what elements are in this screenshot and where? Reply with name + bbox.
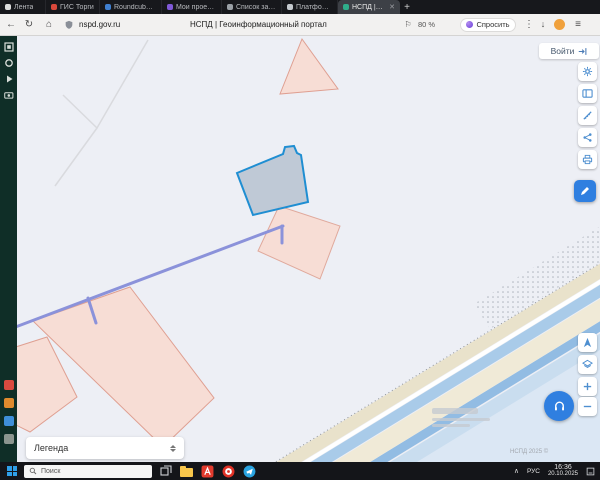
selected-parcel[interactable] [235, 144, 310, 217]
taskbar: Поиск ∧ РУС 16:36 20.10.2025 [0, 462, 600, 480]
tab-roundcube[interactable]: Roundcube W... [100, 0, 162, 14]
back-icon[interactable]: ← [4, 14, 18, 35]
camera-icon[interactable] [3, 90, 14, 100]
alice-icon [466, 21, 474, 28]
screen: Лента ГИС Торги Roundcube W... Мои проек… [0, 0, 600, 480]
print-button[interactable] [578, 150, 597, 169]
profile-avatar[interactable] [554, 19, 565, 30]
settings-button[interactable] [578, 62, 597, 81]
zoom-in-button[interactable] [578, 377, 597, 396]
pencil-icon [581, 187, 589, 195]
record-icon[interactable] [4, 58, 14, 68]
tab-platform[interactable]: Платформа... [282, 0, 338, 14]
blue-app-icon[interactable] [3, 416, 14, 426]
road-line [62, 39, 149, 130]
tab-nspd-active[interactable]: НСПД | Ге... ✕ [338, 0, 400, 14]
tab-close-icon[interactable]: ✕ [389, 3, 395, 11]
legend-toggle[interactable]: Легенда [26, 437, 184, 459]
tab-label: Список заяв... [236, 3, 276, 11]
locate-button[interactable] [578, 333, 597, 352]
side-dock [0, 36, 17, 462]
browser-tab-bar: Лента ГИС Торги Roundcube W... Мои проек… [0, 0, 600, 14]
attribution-blurred-text [432, 408, 478, 414]
tray-chevron-icon[interactable]: ∧ [514, 467, 519, 475]
layers-button[interactable] [578, 355, 597, 374]
orange-app-icon[interactable] [3, 398, 14, 408]
tab-gis-torgi[interactable]: ГИС Торги [46, 0, 100, 14]
search-placeholder: Поиск [41, 467, 61, 475]
time: 16:36 [554, 463, 572, 471]
language-indicator[interactable]: РУС [527, 468, 540, 475]
measure-button[interactable] [578, 106, 597, 125]
map-canvas [17, 37, 600, 462]
map-copyright: НСПД 2025 © [510, 449, 549, 455]
yandex-browser-icon[interactable] [221, 464, 236, 479]
play-icon[interactable] [4, 74, 14, 84]
tab-label: НСПД | Ге... [352, 3, 385, 11]
windows-logo-icon [7, 466, 17, 476]
taskbar-search-input[interactable]: Поиск [24, 464, 152, 478]
share-button[interactable] [578, 128, 597, 147]
browser-menu-icon[interactable]: ⋮ [524, 14, 534, 35]
telegram-icon[interactable] [242, 464, 257, 479]
browser-toolbar: ← ↻ ⌂ nspd.gov.ru НСПД | Геоинформационн… [0, 14, 600, 36]
address-url[interactable]: nspd.gov.ru [79, 14, 120, 35]
downloads-icon[interactable]: ↓ [538, 14, 548, 35]
tab-favicon [227, 4, 233, 10]
support-chat-button[interactable] [544, 391, 574, 421]
attribution-blurred-text [432, 424, 470, 427]
tab-favicon [287, 4, 293, 10]
notification-icon[interactable] [586, 467, 595, 476]
reload-icon[interactable]: ↻ [22, 14, 36, 35]
collapse-chevron-icon [170, 444, 176, 452]
ask-alice-button[interactable]: Спросить [460, 17, 516, 32]
tab-favicon [51, 4, 57, 10]
headset-icon [554, 401, 564, 410]
login-label: Войти [550, 46, 575, 56]
zoom-out-button[interactable] [578, 397, 597, 416]
login-arrow-icon [579, 47, 587, 55]
start-button[interactable] [0, 462, 24, 480]
task-view-icon[interactable] [158, 464, 173, 479]
tab-label: Лента [14, 3, 34, 11]
map-viewport[interactable]: Войти Легенда НСПД 2025 © [17, 36, 600, 462]
tab-lenta[interactable]: Лента [0, 0, 46, 14]
search-icon [29, 467, 37, 475]
tab-favicon [343, 4, 349, 10]
login-button[interactable]: Войти [539, 43, 599, 59]
parcel-polygon[interactable] [279, 37, 339, 95]
new-tab-button[interactable]: + [400, 0, 414, 14]
date: 20.10.2025 [547, 471, 578, 477]
tab-label: Roundcube W... [114, 3, 156, 11]
gray-app-icon[interactable] [3, 434, 14, 444]
zoom-indicator[interactable]: 80 % [418, 14, 435, 35]
tab-label: Мои проект... [176, 3, 216, 11]
taskbar-clock[interactable]: 16:36 20.10.2025 [548, 464, 578, 479]
panels-button[interactable] [578, 84, 597, 103]
tab-favicon [167, 4, 173, 10]
system-tray: ∧ РУС 16:36 20.10.2025 [514, 464, 600, 479]
tab-label: Платформа... [296, 3, 332, 11]
grid-icon[interactable] [3, 42, 14, 52]
side-panel-icon[interactable]: ≡ [572, 14, 584, 35]
site-security-icon[interactable] [64, 20, 74, 30]
acrobat-icon[interactable] [200, 464, 215, 479]
attribution-blurred-text [432, 418, 490, 421]
tab-favicon [105, 4, 111, 10]
address-page-title: НСПД | Геоинформационный портал [190, 20, 327, 29]
red-app-icon[interactable] [3, 380, 14, 390]
active-tool-button[interactable] [574, 180, 596, 202]
ask-label: Спросить [476, 20, 510, 29]
bookmark-flag-icon[interactable]: ⚐ [402, 14, 414, 35]
tab-favicon [5, 4, 11, 10]
tab-label: ГИС Торги [60, 3, 94, 11]
home-icon[interactable]: ⌂ [42, 14, 56, 35]
legend-label: Легенда [34, 443, 69, 453]
road-line [54, 127, 98, 187]
tab-projects[interactable]: Мои проект... [162, 0, 222, 14]
tab-requests[interactable]: Список заяв... [222, 0, 282, 14]
folder-icon[interactable] [179, 464, 194, 479]
parcel-polygon[interactable] [257, 205, 341, 280]
